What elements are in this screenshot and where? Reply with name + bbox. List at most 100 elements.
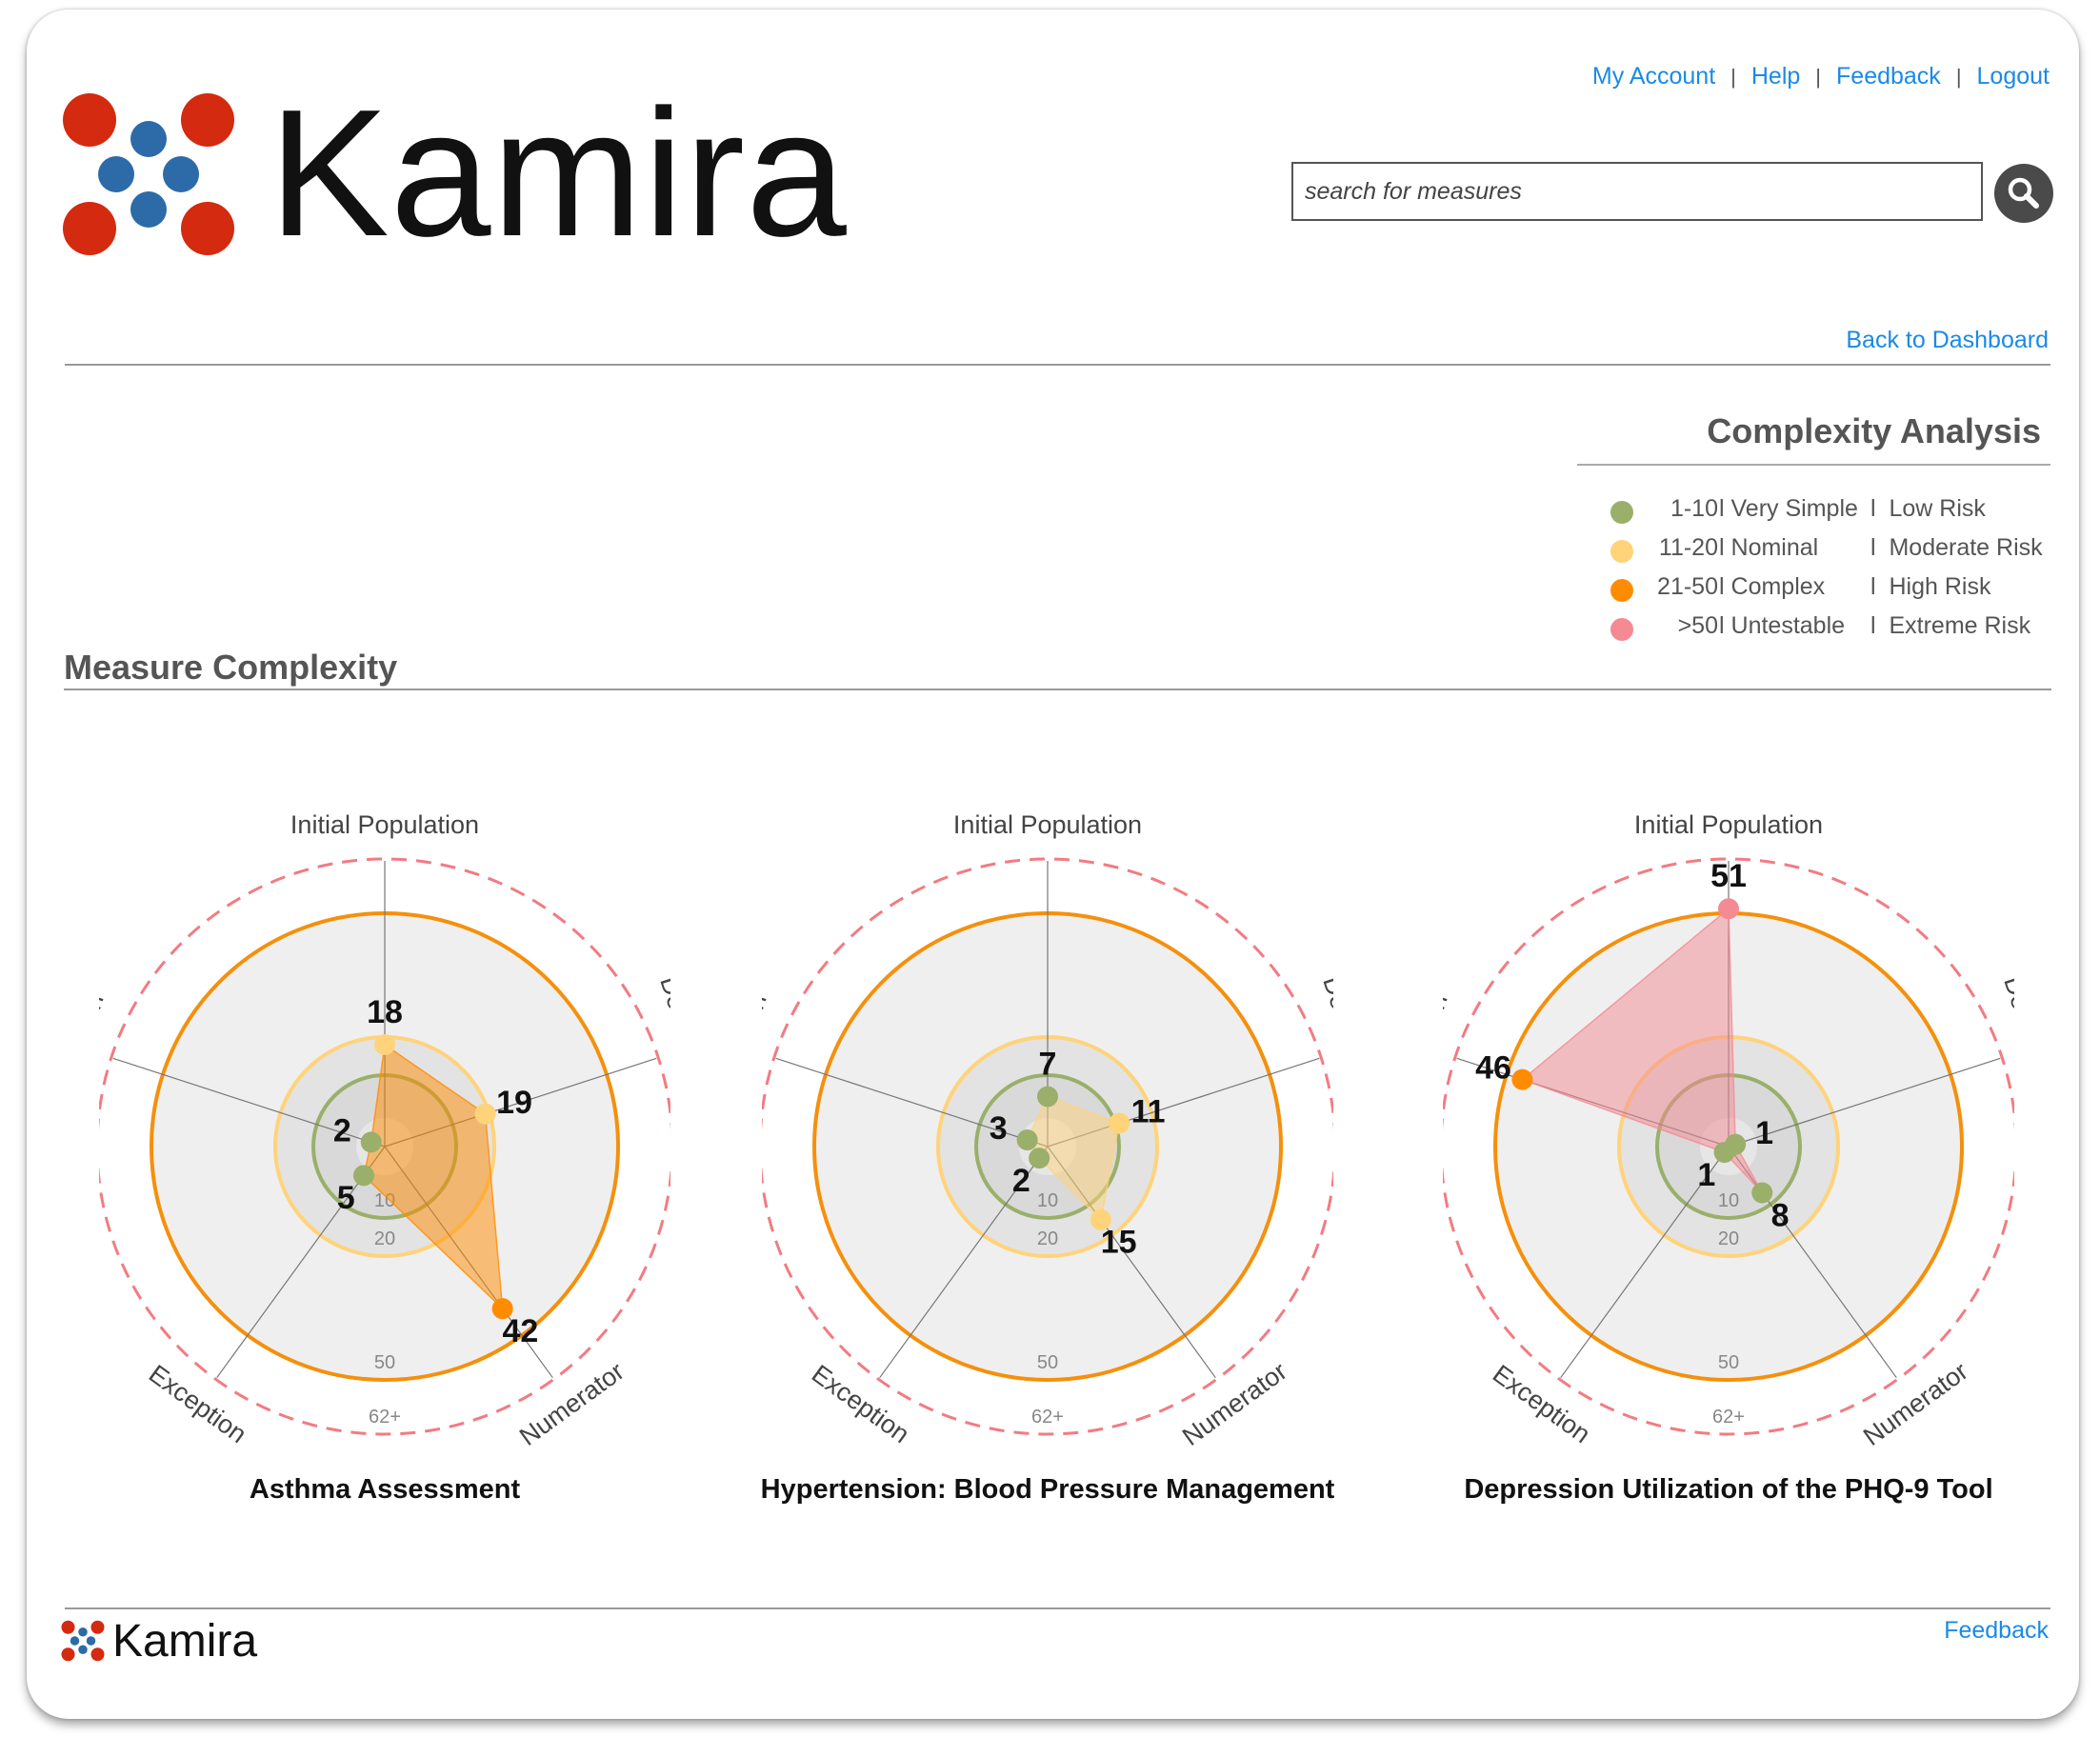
axis-label: Numerator	[1858, 1357, 1973, 1451]
legend-range: 21-50	[1657, 573, 1718, 600]
data-point	[1109, 1112, 1130, 1134]
help-link[interactable]: Help	[1751, 63, 1800, 90]
data-point	[474, 1103, 496, 1125]
logout-link[interactable]: Logout	[1977, 63, 2050, 90]
kamira-footer-logo-mark	[61, 1620, 105, 1662]
data-point	[1029, 1148, 1050, 1169]
data-point	[1016, 1129, 1038, 1151]
search-button[interactable]	[1994, 164, 2053, 223]
data-value-label: 2	[333, 1112, 351, 1148]
data-value-label: 18	[367, 994, 403, 1030]
divider	[65, 1607, 2050, 1609]
chart-title: Asthma Assessment	[249, 1474, 521, 1505]
my-account-link[interactable]: My Account	[1592, 63, 1715, 90]
axis-label: Initial Population	[290, 810, 479, 839]
legend-level: l Untestable	[1719, 612, 1846, 639]
data-value-label: 7	[1039, 1046, 1057, 1082]
kamira-logo-mark	[63, 93, 234, 255]
legend-level: l Nominal	[1719, 534, 1819, 561]
measure-complexity-title: Measure Complexity	[64, 648, 398, 687]
axis-label: Exclusion	[762, 990, 772, 1104]
radar-svg: 10205062+Initial PopulationDenominatorNu…	[762, 810, 1333, 1451]
radar-chart-hypertension: 10 20 50 62+ Initial Population Denominator Nu…	[762, 794, 1333, 1461]
divider	[1577, 464, 2050, 466]
legend-risk: l Moderate Risk	[1870, 534, 2043, 561]
legend-dot	[1610, 579, 1633, 602]
legend-row: 21-50 l Complex l High Risk	[1608, 571, 2055, 610]
data-value-label: 51	[1710, 858, 1747, 894]
data-value-label: 5	[337, 1180, 355, 1216]
legend-row: 11-20 l Nominal l Moderate Risk	[1608, 532, 2055, 571]
data-point	[1751, 1182, 1773, 1204]
data-value-label: 2	[1012, 1163, 1030, 1199]
axis-label: Initial Population	[953, 810, 1142, 839]
data-value-label: 11	[1131, 1094, 1166, 1130]
legend-dot	[1610, 501, 1633, 524]
axis-label: Exclusion	[1443, 990, 1453, 1104]
ring-label: 20	[1718, 1228, 1739, 1249]
ring-label: 10	[1718, 1190, 1739, 1211]
ring-label: 62+	[1031, 1407, 1064, 1428]
legend-range: 1-10	[1670, 495, 1718, 522]
data-value-label: 19	[496, 1085, 532, 1121]
legend-risk: l Extreme Risk	[1870, 612, 2031, 639]
footer-feedback-link[interactable]: Feedback	[1944, 1617, 2049, 1645]
data-point	[1511, 1068, 1533, 1090]
legend-dot	[1610, 540, 1633, 563]
data-point	[1037, 1086, 1058, 1108]
ring-label: 20	[1037, 1228, 1058, 1249]
data-point	[352, 1165, 374, 1187]
divider	[64, 689, 2051, 690]
ring-label: 20	[374, 1228, 395, 1249]
legend-range: 11-20	[1658, 534, 1718, 561]
data-value-label: 15	[1101, 1225, 1137, 1261]
legend-risk: l High Risk	[1870, 573, 1991, 600]
ring-label: 62+	[369, 1407, 401, 1428]
ring-label: 50	[374, 1352, 395, 1373]
chart-title: Depression Utilization of the PHQ-9 Tool	[1464, 1474, 1993, 1505]
data-point	[1713, 1142, 1735, 1164]
back-to-dashboard-link[interactable]: Back to Dashboard	[1846, 327, 2049, 354]
radar-chart-depression: 10 20 50 62+ Initial Population Denominator Nu…	[1443, 794, 2014, 1461]
ring-label: 50	[1037, 1352, 1058, 1373]
legend-level: l Very Simple	[1719, 495, 1858, 522]
footer-brand: Kamira	[112, 1616, 258, 1667]
search-input[interactable]	[1291, 162, 1983, 221]
axis-label: Numerator	[514, 1357, 630, 1451]
nav-separator: |	[1730, 64, 1736, 89]
nav-separator: |	[1815, 64, 1822, 89]
ring-label: 50	[1718, 1352, 1739, 1373]
axis-label: Initial Population	[1634, 810, 1823, 839]
radar-svg: 10205062+Initial PopulationDenominatorNu…	[1443, 810, 2014, 1451]
axis-label: Exception	[144, 1359, 252, 1448]
data-value-label: 3	[990, 1110, 1008, 1147]
feedback-link[interactable]: Feedback	[1836, 63, 1941, 90]
complexity-analysis-title: Complexity Analysis	[1707, 411, 2041, 450]
data-point	[374, 1034, 395, 1055]
data-value-label: 8	[1771, 1197, 1790, 1233]
legend-range: >50	[1677, 612, 1718, 639]
chart-title: Hypertension: Blood Pressure Management	[760, 1474, 1335, 1505]
axis-label: Exclusion	[99, 990, 110, 1104]
search-icon	[2008, 177, 2039, 209]
legend-risk: l Low Risk	[1870, 495, 1986, 522]
legend-row: 1-10 l Very Simple l Low Risk	[1608, 493, 2055, 532]
top-nav: My Account | Help | Feedback | Logout	[1592, 63, 2050, 90]
axis-label: Exception	[1488, 1359, 1596, 1448]
legend-level: l Complex	[1719, 573, 1826, 600]
data-point	[360, 1131, 382, 1153]
kamira-logo-text: Kamira	[269, 72, 848, 274]
data-point	[1718, 898, 1739, 920]
data-value-label: 46	[1475, 1050, 1511, 1087]
axis-label: Numerator	[1177, 1357, 1292, 1451]
axis-label: Exception	[807, 1359, 915, 1448]
legend-row: >50 l Untestable l Extreme Risk	[1608, 610, 2055, 649]
data-value-label: 1	[1697, 1157, 1715, 1193]
ring-label: 10	[1037, 1190, 1058, 1211]
data-value-label: 1	[1755, 1115, 1773, 1151]
divider	[65, 364, 2050, 366]
nav-separator: |	[1955, 64, 1962, 89]
ring-label: 62+	[1712, 1407, 1745, 1428]
data-value-label: 42	[503, 1313, 539, 1349]
legend-dot	[1610, 618, 1633, 641]
